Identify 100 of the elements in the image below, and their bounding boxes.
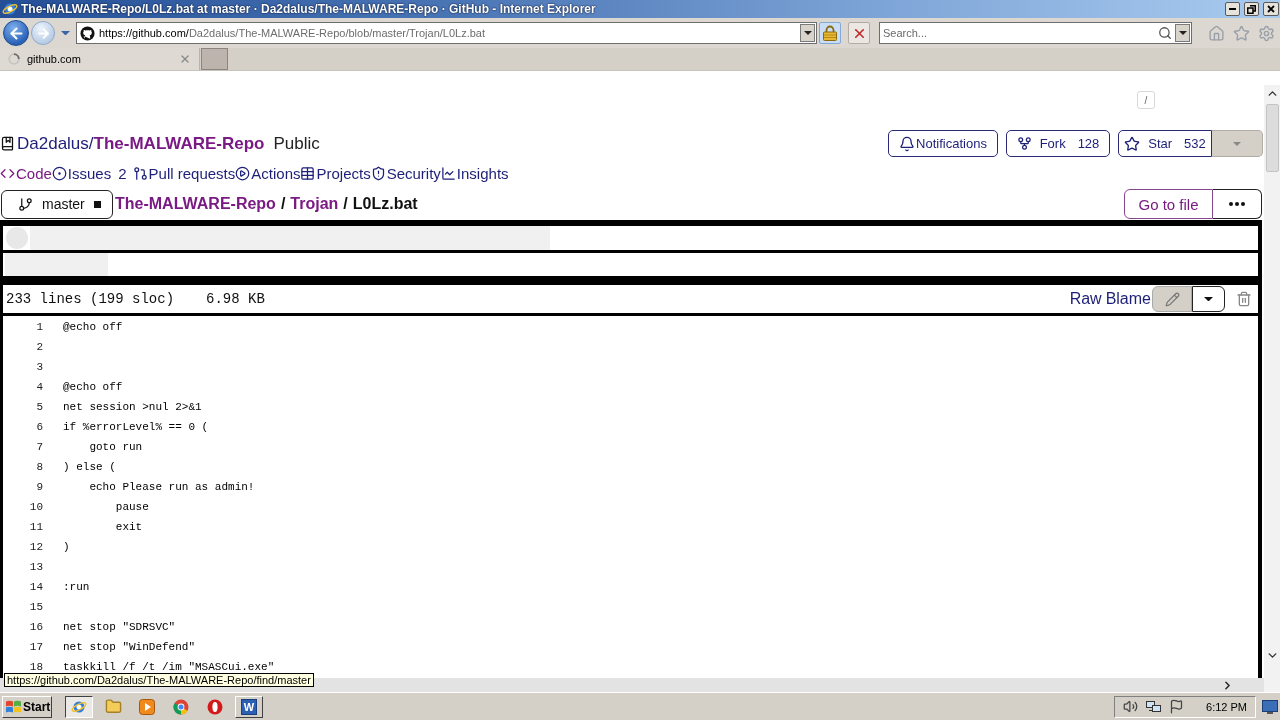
table-icon — [300, 165, 316, 181]
line-number: 13 — [28, 561, 43, 573]
line-number: 9 — [35, 481, 43, 493]
repo-nav-tab[interactable]: Insights — [440, 164, 509, 182]
address-dropdown-button[interactable] — [800, 24, 815, 42]
restore-icon — [1247, 4, 1256, 14]
flag-icon[interactable] — [1169, 699, 1185, 714]
close-button[interactable] — [1263, 2, 1279, 16]
play-circle-icon — [235, 165, 251, 181]
breadcrumb-separator: / — [280, 195, 286, 213]
line-number: 2 — [35, 341, 43, 353]
line-number: 8 — [35, 461, 43, 473]
code-line: echo Please run as admin! — [88, 481, 255, 493]
caret-icon — [1178, 31, 1187, 35]
skeleton-circle — [6, 227, 28, 249]
repo-nav-tab[interactable]: Actions — [235, 164, 301, 182]
back-button[interactable] — [3, 20, 29, 46]
line-number: 1 — [35, 321, 43, 333]
line-number: 5 — [35, 401, 43, 413]
visibility-label: Public — [273, 133, 320, 154]
file-view-link[interactable]: Blame — [1105, 290, 1151, 308]
folder-icon — [104, 698, 122, 715]
ringed-globe-icon — [2, 1, 18, 17]
code-line: exit — [114, 521, 143, 533]
book-icon — [0, 136, 15, 151]
branch-button[interactable]: master — [1, 189, 113, 219]
pull-request-icon — [132, 165, 148, 181]
repository-name[interactable]: Da2dalus/The-MALWARE-Repo — [17, 133, 265, 154]
line-number: 4 — [35, 381, 43, 393]
file-size: 6.98 KB — [206, 291, 265, 307]
search-dropdown-button[interactable] — [1175, 24, 1190, 42]
status-url-tooltip: https://github.com/Da2dalus/The-MALWARE-Repo/find/master — [4, 673, 314, 687]
padlock-icon — [823, 25, 837, 41]
address-field[interactable]: https://github.com/Da2dalus/The-MALWARE-Repo/blob/master/Trojan/L0Lz.bat — [76, 22, 817, 44]
url-text: https://github.com/Da2dalus/The-MALWARE-Repo/blob/master/Trojan/L0Lz.bat — [99, 27, 486, 39]
star-dropdown-button[interactable] — [1212, 130, 1263, 157]
minimize-icon — [1229, 8, 1236, 10]
code-line: @echo off — [63, 381, 123, 393]
code-line: :run — [63, 581, 90, 593]
repo-nav-tab[interactable]: Code — [0, 164, 52, 182]
restore-button[interactable] — [1244, 2, 1259, 16]
clock-time[interactable]: 6:12 PM — [1206, 700, 1247, 713]
breadcrumb-link[interactable]: The-MALWARE-Repo — [115, 195, 276, 213]
security-lock-button[interactable] — [819, 22, 841, 44]
repo-nav-tab[interactable]: Pull requests — [132, 164, 236, 182]
stop-button[interactable] — [848, 22, 870, 44]
notifications-button[interactable]: Notifications — [888, 130, 998, 157]
fork-button[interactable]: Fork 128 — [1006, 130, 1110, 157]
code-line: ) else ( — [63, 461, 116, 473]
shield-icon — [370, 165, 386, 181]
line-number: 12 — [28, 541, 43, 553]
speaker-icon[interactable] — [1123, 699, 1139, 714]
cat-logo-icon — [80, 25, 95, 41]
line-number: 15 — [28, 601, 43, 613]
taskbar-app-button[interactable]: W — [235, 695, 263, 718]
browser-tab[interactable]: github.com — [0, 48, 200, 70]
four-pane-logo-icon — [6, 699, 21, 714]
line-number: 10 — [28, 501, 43, 513]
trash-icon[interactable] — [1236, 291, 1252, 307]
show-desktop-icon[interactable] — [1262, 699, 1278, 714]
caret-icon — [1233, 141, 1241, 146]
square-icon — [93, 200, 101, 208]
star-button[interactable]: Star 532 — [1118, 130, 1212, 157]
search-field[interactable]: Search... — [879, 22, 1192, 44]
tab-label: github.com — [27, 53, 82, 65]
history-caret-icon[interactable] — [61, 30, 70, 36]
repo-nav-tab[interactable]: Projects — [300, 164, 371, 182]
breadcrumb-link[interactable]: Trojan — [290, 195, 339, 213]
caret-icon — [803, 31, 812, 35]
scroll-thumb[interactable] — [1265, 104, 1279, 172]
ellipsis-icon — [1229, 202, 1245, 206]
line-number: 3 — [35, 361, 43, 373]
more-options-button[interactable] — [1213, 189, 1262, 219]
taskbar-app-button[interactable] — [65, 695, 93, 718]
shortcut-key-hint: / — [1137, 91, 1155, 109]
network-icon[interactable] — [1146, 699, 1162, 714]
line-number: 6 — [35, 421, 43, 433]
file-view-link[interactable]: Raw — [1069, 290, 1102, 308]
code-line: net stop "WinDefend" — [63, 641, 196, 653]
repo-nav-tab[interactable]: Security — [370, 164, 441, 182]
search-icon[interactable] — [1158, 26, 1172, 40]
line-chart-icon — [440, 165, 456, 181]
close-tab-icon[interactable] — [179, 53, 191, 65]
star-icon — [1124, 135, 1141, 152]
repo-nav-tab[interactable]: Issues 2 — [51, 164, 133, 182]
branch-icon — [18, 196, 33, 212]
line-number: 16 — [28, 621, 43, 633]
code-line: if %errorLevel% == 0 ( — [63, 421, 209, 433]
code-line: goto run — [88, 441, 143, 453]
edit-dropdown-button[interactable] — [1192, 286, 1225, 312]
caret-icon — [1204, 296, 1213, 302]
bell-icon — [899, 135, 916, 152]
line-number: 11 — [28, 521, 43, 533]
star-icon[interactable] — [1233, 24, 1250, 42]
breadcrumb-separator: / — [343, 195, 348, 213]
go-to-file-button[interactable]: Go to file — [1124, 189, 1213, 219]
code-line: taskkill /f /t /im "MSASCui.exe" — [63, 661, 275, 673]
code-line: net session >nul 2>&1 — [63, 401, 202, 413]
minimize-button[interactable] — [1225, 2, 1240, 16]
start-button[interactable]: Start — [2, 695, 52, 718]
